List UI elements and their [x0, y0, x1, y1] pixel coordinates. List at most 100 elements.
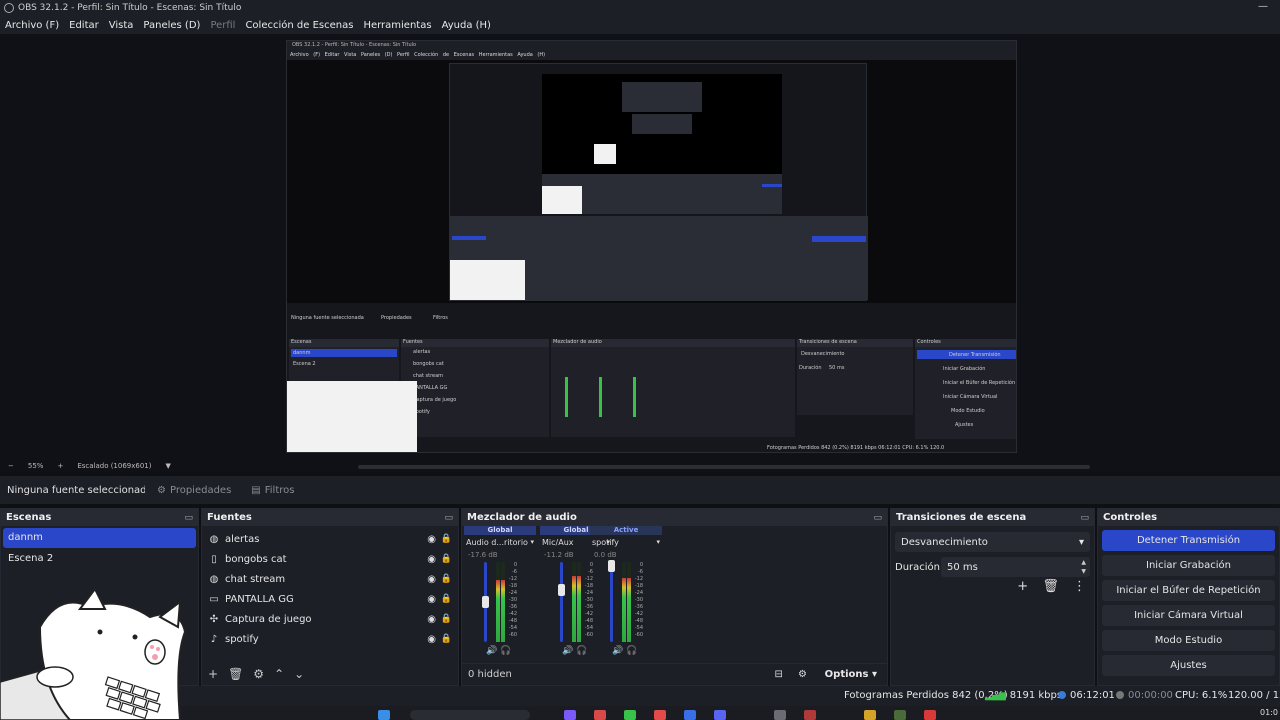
chevron-down-icon[interactable]: ▾ — [530, 538, 534, 546]
dock-menu-icon[interactable]: ▭ — [184, 513, 193, 523]
studio-mode-button[interactable]: Modo Estudio — [1102, 630, 1275, 651]
lock-icon[interactable]: 🔒 — [441, 534, 452, 544]
properties-button[interactable]: ⚙ Propiedades — [149, 478, 239, 502]
source-item-pantalla-gg[interactable]: ▭ PANTALLA GG ◉ 🔒 — [202, 589, 458, 609]
headphones-icon[interactable]: 🎧 — [500, 646, 511, 656]
options-button[interactable]: Options ▾ — [825, 669, 877, 680]
layout-icon[interactable]: ⊟ — [774, 669, 782, 680]
scene-item-escena-2[interactable]: Escena 2 — [3, 549, 196, 569]
volume-knob[interactable] — [558, 584, 565, 596]
search-bar[interactable] — [410, 710, 530, 720]
preview-scrollbar[interactable] — [358, 465, 1090, 469]
move-up-icon[interactable]: ⌃ — [274, 667, 284, 681]
app-icon[interactable] — [924, 710, 936, 720]
speaker-icon[interactable]: 🔊 — [562, 646, 573, 656]
eye-icon[interactable]: ◉ — [427, 574, 436, 585]
bitrate: ▂▄▆ 8191 kbps — [985, 690, 1062, 701]
folder-icon[interactable] — [864, 710, 876, 720]
start-virtual-camera-button[interactable]: Iniciar Cámara Virtual — [1102, 605, 1275, 626]
lock-icon[interactable]: 🔒 — [441, 554, 452, 564]
app-icon[interactable] — [774, 710, 786, 720]
zoom-in-button[interactable]: + — [57, 462, 63, 470]
app-icon[interactable] — [714, 710, 726, 720]
eye-icon[interactable]: ◉ — [427, 614, 436, 625]
transition-select[interactable]: Desvanecimiento ▾ — [895, 532, 1090, 552]
dock-menu-icon[interactable]: ▭ — [444, 513, 453, 523]
channel-name: Mic/Aux — [542, 538, 574, 547]
preview-canvas[interactable]: OBS 32.1.2 - Perfil: Sin Título - Escena… — [286, 40, 1017, 453]
dock-menu-icon[interactable]: ▭ — [1080, 513, 1089, 523]
spinner-icon[interactable]: ▲ ▼ — [1081, 558, 1086, 576]
more-icon[interactable]: ⋮ — [1073, 579, 1086, 594]
source-item-alertas[interactable]: ◍ alertas ◉ 🔒 — [202, 529, 458, 549]
scale-tick: -36 — [508, 604, 517, 610]
menu-ayuda[interactable]: Ayuda (H) — [442, 20, 491, 31]
speaker-icon[interactable]: 🔊 — [486, 646, 497, 656]
mixer-toolbar: ⊟ ⚙ — [762, 669, 807, 680]
scene-item-dannm[interactable]: dannm — [3, 528, 196, 548]
app-icon[interactable] — [624, 710, 636, 720]
zoom-out-button[interactable]: − — [8, 462, 14, 470]
volume-knob[interactable] — [608, 560, 615, 572]
stop-streaming-button[interactable]: Detener Transmisión — [1102, 530, 1275, 551]
volume-knob[interactable] — [482, 596, 489, 608]
trash-icon[interactable]: 🗑 — [228, 667, 243, 681]
minimize-icon[interactable]: — — [1258, 1, 1268, 12]
eye-icon[interactable]: ◉ — [427, 634, 436, 645]
nested-meter — [565, 377, 568, 417]
lock-icon[interactable]: 🔒 — [441, 634, 452, 644]
trash-icon[interactable]: 🗑 — [1042, 579, 1059, 594]
menu-coleccion-escenas[interactable]: Colección de Escenas — [245, 20, 353, 31]
scale-dropdown-icon[interactable]: ▼ — [166, 462, 171, 470]
menu-archivo[interactable]: Archivo (F) — [5, 20, 59, 31]
speaker-icon[interactable]: 🔊 — [612, 646, 623, 656]
source-item-captura-de-juego[interactable]: ✣ Captura de juego ◉ 🔒 — [202, 609, 458, 629]
duration-label: Duración — [895, 561, 941, 573]
app-icon[interactable] — [894, 710, 906, 720]
menu-herramientas[interactable]: Herramientas — [363, 20, 431, 31]
source-item-spotify[interactable]: ♪ spotify ◉ 🔒 — [202, 629, 458, 649]
volume-slider[interactable] — [560, 562, 563, 642]
preview-area[interactable]: OBS 32.1.2 - Perfil: Sin Título - Escena… — [0, 34, 1280, 460]
filters-button[interactable]: ▤ Filtros — [243, 478, 302, 502]
menu-vista[interactable]: Vista — [109, 20, 134, 31]
level-meter — [501, 562, 505, 642]
start-replay-buffer-button[interactable]: Iniciar el Búfer de Repetición — [1102, 580, 1275, 601]
start-recording-button[interactable]: Iniciar Grabación — [1102, 555, 1275, 576]
source-item-bongobs-cat[interactable]: ▯ bongobs cat ◉ 🔒 — [202, 549, 458, 569]
menu-editar[interactable]: Editar — [69, 20, 99, 31]
app-icon[interactable] — [594, 710, 606, 720]
windows-start-icon[interactable] — [378, 710, 390, 720]
menu-bar: Archivo (F) Editar Vista Paneles (D) Per… — [0, 16, 1280, 34]
lock-icon[interactable]: 🔒 — [441, 594, 452, 604]
globe-icon: ◍ — [209, 573, 219, 585]
headphones-icon[interactable]: 🎧 — [576, 646, 587, 656]
add-icon[interactable]: + — [1017, 579, 1028, 594]
app-icon[interactable] — [804, 710, 816, 720]
gear-icon[interactable]: ⚙ — [798, 669, 807, 680]
dock-menu-icon[interactable]: ▭ — [873, 513, 882, 523]
move-down-icon[interactable]: ⌄ — [294, 667, 304, 681]
lock-icon[interactable]: 🔒 — [441, 614, 452, 624]
gear-icon[interactable]: ⚙ — [253, 667, 264, 681]
duration-input[interactable]: 50 ms ▲ ▼ — [941, 557, 1090, 577]
nested-sources-panel: Fuentes alertas bongobs cat chat stream … — [401, 339, 549, 437]
bitrate-value: 8191 kbps — [1009, 690, 1063, 701]
app-icon[interactable] — [564, 710, 576, 720]
eye-icon[interactable]: ◉ — [427, 554, 436, 565]
chevron-down-icon[interactable]: ▾ — [656, 538, 660, 546]
channel-name: Audio d...ritorio — [466, 538, 528, 547]
lock-icon[interactable]: 🔒 — [441, 574, 452, 584]
volume-slider[interactable] — [610, 562, 613, 642]
source-item-chat-stream[interactable]: ◍ chat stream ◉ 🔒 — [202, 569, 458, 589]
app-icon[interactable] — [654, 710, 666, 720]
headphones-icon[interactable]: 🎧 — [626, 646, 637, 656]
mixer-footer: 0 hidden ⊟ ⚙ Options ▾ — [462, 663, 887, 685]
scale-tick: -30 — [508, 597, 517, 603]
eye-icon[interactable]: ◉ — [427, 534, 436, 545]
eye-icon[interactable]: ◉ — [427, 594, 436, 605]
settings-button[interactable]: Ajustes — [1102, 655, 1275, 676]
bongo-cat-image — [0, 587, 187, 720]
menu-paneles[interactable]: Paneles (D) — [143, 20, 200, 31]
app-icon[interactable] — [684, 710, 696, 720]
